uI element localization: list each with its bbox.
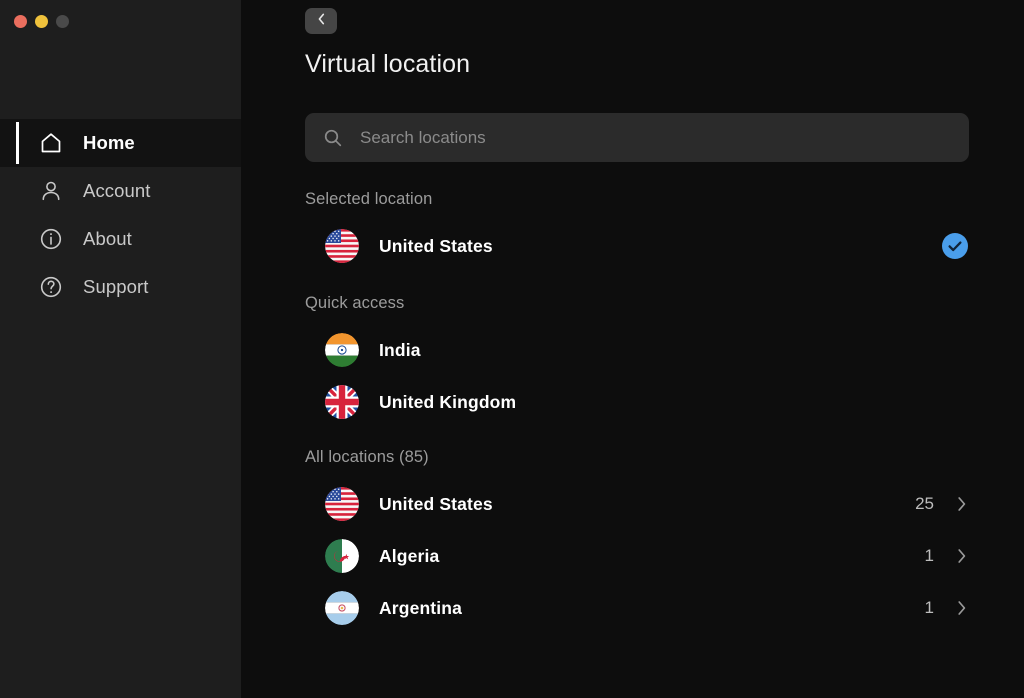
location-name: United States (379, 493, 493, 514)
close-button[interactable] (14, 15, 27, 28)
sidebar-item-label: About (83, 228, 132, 249)
chevron-right-icon[interactable] (956, 547, 968, 565)
sidebar-item-label: Support (83, 276, 149, 297)
sidebar-item-account[interactable]: Account (0, 167, 241, 215)
all-locations-heading: All locations (85) (305, 448, 429, 466)
location-count: 1 (924, 598, 934, 617)
main-panel: Virtual location Selected location (241, 0, 1024, 698)
back-button[interactable] (305, 8, 337, 34)
maximize-button[interactable] (56, 15, 69, 28)
sidebar-item-label: Account (83, 180, 151, 201)
sidebar: Home Account About Support (0, 0, 241, 698)
gb-flag (325, 385, 359, 419)
location-row-algeria[interactable]: Algeria 1 (305, 530, 968, 582)
sidebar-item-support[interactable]: Support (0, 263, 241, 311)
in-flag (325, 333, 359, 367)
info-icon (38, 226, 64, 252)
check-circle-icon[interactable] (942, 233, 968, 259)
sidebar-item-home[interactable]: Home (0, 119, 241, 167)
us-flag (325, 487, 359, 521)
search-icon (323, 128, 345, 148)
chevron-left-icon (315, 12, 328, 31)
location-name: United Kingdom (379, 391, 517, 412)
search-input-wrapper[interactable] (305, 113, 969, 162)
selected-location-row[interactable]: United States (305, 220, 968, 272)
person-icon (38, 178, 64, 204)
location-name: Argentina (379, 597, 463, 618)
location-count: 25 (915, 494, 934, 513)
location-count: 1 (924, 546, 934, 565)
app-window: Home Account About Support Virtual locat… (0, 0, 1024, 698)
sidebar-item-label: Home (83, 132, 135, 153)
locations-content: Selected location United States Quick ac… (241, 190, 1024, 698)
location-name: Algeria (379, 545, 440, 566)
chevron-right-icon[interactable] (956, 599, 968, 617)
sidebar-nav: Home Account About Support (0, 119, 241, 311)
us-flag (325, 229, 359, 263)
selected-location-heading: Selected location (305, 190, 433, 208)
location-row-argentina[interactable]: Argentina 1 (305, 582, 968, 634)
location-name: India (379, 339, 421, 360)
minimize-button[interactable] (35, 15, 48, 28)
location-name: United States (379, 235, 493, 256)
ar-flag (325, 591, 359, 625)
sidebar-item-about[interactable]: About (0, 215, 241, 263)
dz-flag (325, 539, 359, 573)
home-icon (38, 130, 64, 156)
chevron-right-icon[interactable] (956, 495, 968, 513)
search-input[interactable] (360, 127, 951, 148)
window-controls (0, 0, 241, 34)
page-title: Virtual location (305, 50, 471, 78)
quick-access-row-india[interactable]: India (305, 324, 968, 376)
question-icon (38, 274, 64, 300)
quick-access-heading: Quick access (305, 294, 405, 312)
location-row-united-states[interactable]: United States 25 (305, 478, 968, 530)
quick-access-row-uk[interactable]: United Kingdom (305, 376, 968, 428)
